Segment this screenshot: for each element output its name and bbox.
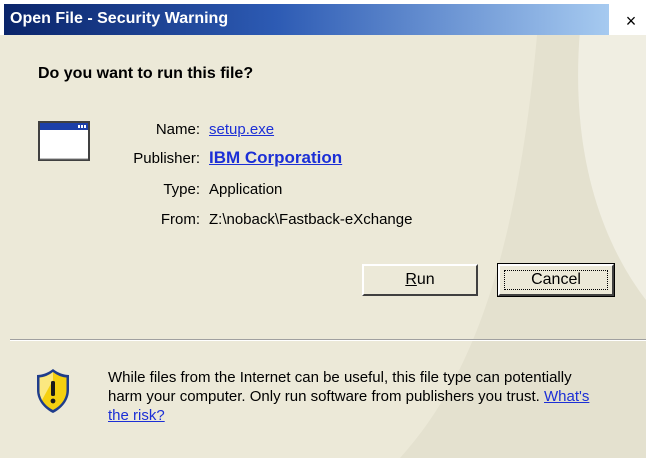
application-window-icon <box>38 121 90 161</box>
from-value: Z:\noback\Fastback-eXchange <box>209 211 413 228</box>
run-mnemonic: R <box>405 271 417 288</box>
dialog-question: Do you want to run this file? <box>38 65 254 82</box>
section-divider <box>10 339 646 341</box>
publisher-link[interactable]: IBM Corporation <box>209 148 342 168</box>
security-warning-dialog: Open File - Security Warning × Do you wa… <box>0 0 646 458</box>
focus-rectangle <box>504 270 608 290</box>
warning-text: While files from the Internet can be use… <box>108 369 572 405</box>
warning-message: While files from the Internet can be use… <box>108 368 608 425</box>
name-label: Name: <box>155 121 200 138</box>
close-button[interactable]: × <box>620 10 642 32</box>
type-label: Type: <box>163 181 200 198</box>
run-button[interactable]: Run <box>362 264 478 296</box>
security-shield-warning-icon <box>37 369 69 413</box>
type-value: Application <box>209 181 283 198</box>
from-label: From: <box>160 211 200 228</box>
run-label: un <box>416 271 435 288</box>
publisher-label: Publisher: <box>133 150 200 167</box>
cancel-button[interactable]: Cancel <box>497 263 615 297</box>
title-bar[interactable]: Open File - Security Warning × <box>0 0 646 35</box>
file-name-link[interactable]: setup.exe <box>209 121 274 138</box>
window-title: Open File - Security Warning <box>10 10 229 27</box>
